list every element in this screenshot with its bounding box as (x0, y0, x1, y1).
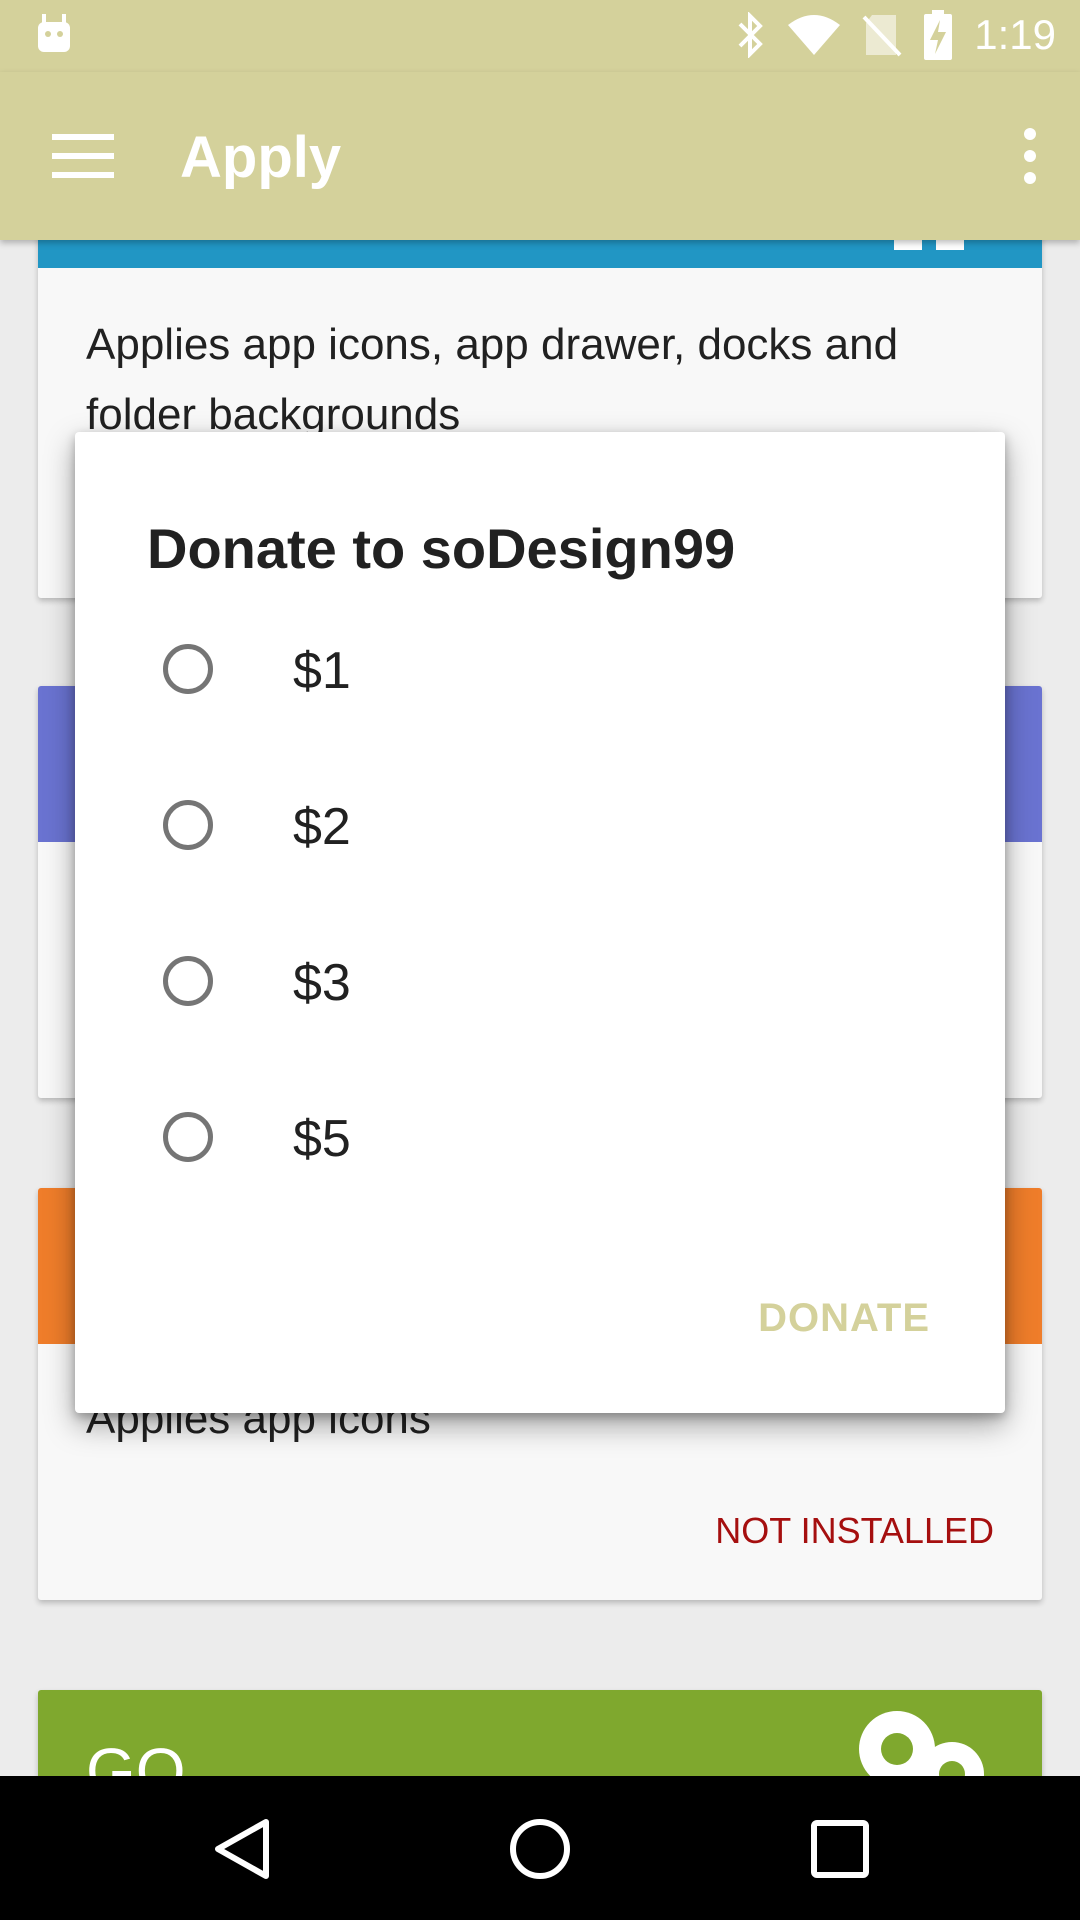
navigation-bar (0, 1776, 1080, 1920)
radio-button-icon[interactable] (163, 800, 213, 850)
donate-option-1[interactable]: $1 (163, 613, 923, 733)
donate-option-label: $3 (293, 954, 351, 1012)
hamburger-menu-icon[interactable] (52, 134, 114, 178)
more-options-icon[interactable] (1020, 128, 1040, 184)
donate-dialog: Donate to soDesign99 $1 $2 $3 $5 DONATE (75, 432, 1005, 1413)
donate-option-label: $1 (293, 642, 351, 700)
page-title: Apply (180, 125, 342, 190)
dialog-title: Donate to soDesign99 (147, 517, 736, 580)
back-icon[interactable] (210, 1816, 274, 1882)
donate-option-3[interactable]: $3 (163, 925, 923, 1045)
donate-option-label: $5 (293, 1110, 351, 1168)
recents-icon[interactable] (810, 1819, 870, 1879)
donate-option-label: $2 (293, 798, 351, 856)
donate-option-2[interactable]: $2 (163, 769, 923, 889)
radio-button-icon[interactable] (163, 644, 213, 694)
donate-option-4[interactable]: $5 (163, 1081, 923, 1201)
app-bar: Apply (0, 72, 1080, 240)
radio-button-icon[interactable] (163, 1112, 213, 1162)
home-icon[interactable] (507, 1816, 573, 1882)
radio-button-icon[interactable] (163, 956, 213, 1006)
donate-button[interactable]: DONATE (758, 1296, 930, 1341)
